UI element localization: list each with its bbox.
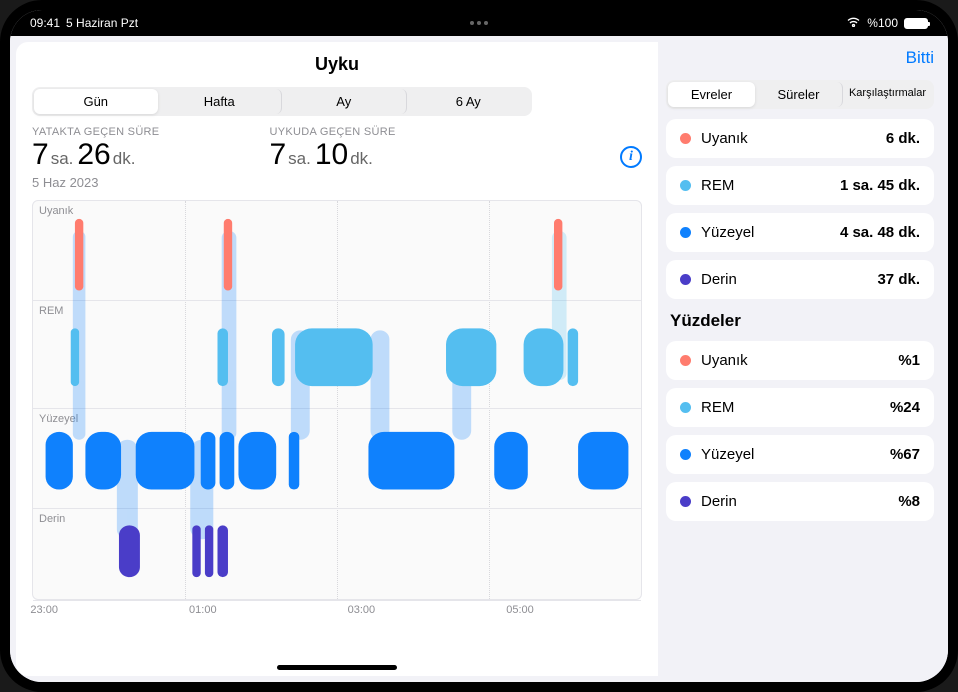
percentage-row[interactable]: Uyanık %1 xyxy=(666,341,934,380)
percentage-row[interactable]: Derin %8 xyxy=(666,482,934,521)
battery-icon xyxy=(904,18,928,29)
page-title: Uyku xyxy=(32,54,642,75)
phase-dot-icon xyxy=(680,496,691,507)
time-in-bed: YATAKTA GEÇEN SÜRE 7 sa. 26 dk. xyxy=(32,126,159,172)
time-asleep-mins: 10 xyxy=(315,138,348,172)
chart-svg xyxy=(33,201,641,599)
percentage-row[interactable]: REM %24 xyxy=(666,388,934,427)
wifi-icon xyxy=(846,16,861,30)
tab-phases[interactable]: Evreler xyxy=(668,82,755,107)
side-panel: Bitti Evreler Süreler Karşılaştırmalar U… xyxy=(658,36,948,682)
done-button[interactable]: Bitti xyxy=(666,48,934,68)
percentage-value: %8 xyxy=(898,493,920,510)
x-tick-1: 01:00 xyxy=(189,604,217,616)
status-time: 09:41 xyxy=(30,16,60,30)
phase-row[interactable]: Yüzeyel 4 sa. 48 dk. xyxy=(666,213,934,252)
percentage-value: %24 xyxy=(890,399,920,416)
phase-value: 6 dk. xyxy=(886,130,920,147)
percentage-row[interactable]: Yüzeyel %67 xyxy=(666,435,934,474)
phase-row[interactable]: Derin 37 dk. xyxy=(666,260,934,299)
x-tick-3: 05:00 xyxy=(506,604,534,616)
home-indicator[interactable] xyxy=(277,665,397,670)
phases-list: Uyanık 6 dk. REM 1 sa. 45 dk. Yüzeyel 4 sa. 4… xyxy=(666,119,934,299)
phase-row[interactable]: Uyanık 6 dk. xyxy=(666,119,934,158)
tab-day[interactable]: Gün xyxy=(34,89,158,114)
percentage-value: %67 xyxy=(890,446,920,463)
tab-week[interactable]: Hafta xyxy=(158,89,283,114)
time-asleep-label: UYKUDA GEÇEN SÜRE xyxy=(269,126,395,138)
main-panel: Uyku Gün Hafta Ay 6 Ay YATAKTA GEÇEN SÜR… xyxy=(16,42,658,676)
phase-dot-icon xyxy=(680,133,691,144)
stats-row: YATAKTA GEÇEN SÜRE 7 sa. 26 dk. UYKUDA G… xyxy=(32,126,642,172)
percentage-name: Uyanık xyxy=(701,352,748,369)
tab-comparisons[interactable]: Karşılaştırmalar xyxy=(843,82,932,107)
percentages-header: Yüzdeler xyxy=(670,311,934,331)
phase-dot-icon xyxy=(680,274,691,285)
stat-date: 5 Haz 2023 xyxy=(32,175,642,190)
status-bar: 09:41 5 Haziran Pzt %100 xyxy=(10,10,948,36)
phase-dot-icon xyxy=(680,355,691,366)
phase-value: 4 sa. 48 dk. xyxy=(840,224,920,241)
multitasking-dots[interactable] xyxy=(470,21,488,25)
status-date: 5 Haziran Pzt xyxy=(66,16,138,30)
percentage-name: REM xyxy=(701,399,734,416)
phase-row[interactable]: REM 1 sa. 45 dk. xyxy=(666,166,934,205)
time-asleep-hours: 7 xyxy=(269,138,286,172)
percentage-name: Derin xyxy=(701,493,737,510)
x-tick-0: 23:00 xyxy=(30,604,58,616)
phase-dot-icon xyxy=(680,227,691,238)
tab-durations[interactable]: Süreler xyxy=(755,82,843,107)
phase-dot-icon xyxy=(680,402,691,413)
info-icon[interactable]: i xyxy=(620,146,642,168)
time-in-bed-mins: 26 xyxy=(77,138,110,172)
phase-name: REM xyxy=(701,177,734,194)
percentage-name: Yüzeyel xyxy=(701,446,754,463)
time-asleep: UYKUDA GEÇEN SÜRE 7 sa. 10 dk. xyxy=(269,126,395,172)
tab-six-month[interactable]: 6 Ay xyxy=(407,89,531,114)
tab-month[interactable]: Ay xyxy=(282,89,407,114)
phase-dot-icon xyxy=(680,449,691,460)
phase-name: Derin xyxy=(701,271,737,288)
phase-name: Yüzeyel xyxy=(701,224,754,241)
battery-text: %100 xyxy=(867,16,898,30)
percentage-value: %1 xyxy=(898,352,920,369)
time-in-bed-hours: 7 xyxy=(32,138,49,172)
phase-value: 37 dk. xyxy=(877,271,920,288)
x-tick-2: 03:00 xyxy=(348,604,376,616)
phase-dot-icon xyxy=(680,180,691,191)
percentages-list: Uyanık %1 REM %24 Yüzeyel %67 Derin %8 xyxy=(666,341,934,521)
x-axis: 23:00 01:00 03:00 05:00 xyxy=(32,604,642,624)
time-range-tabs: Gün Hafta Ay 6 Ay xyxy=(32,87,532,116)
side-tabs: Evreler Süreler Karşılaştırmalar xyxy=(666,80,934,109)
phase-name: Uyanık xyxy=(701,130,748,147)
time-in-bed-label: YATAKTA GEÇEN SÜRE xyxy=(32,126,159,138)
sleep-chart[interactable]: Uyanık REM Yüzeyel Derin xyxy=(32,200,642,600)
phase-value: 1 sa. 45 dk. xyxy=(840,177,920,194)
